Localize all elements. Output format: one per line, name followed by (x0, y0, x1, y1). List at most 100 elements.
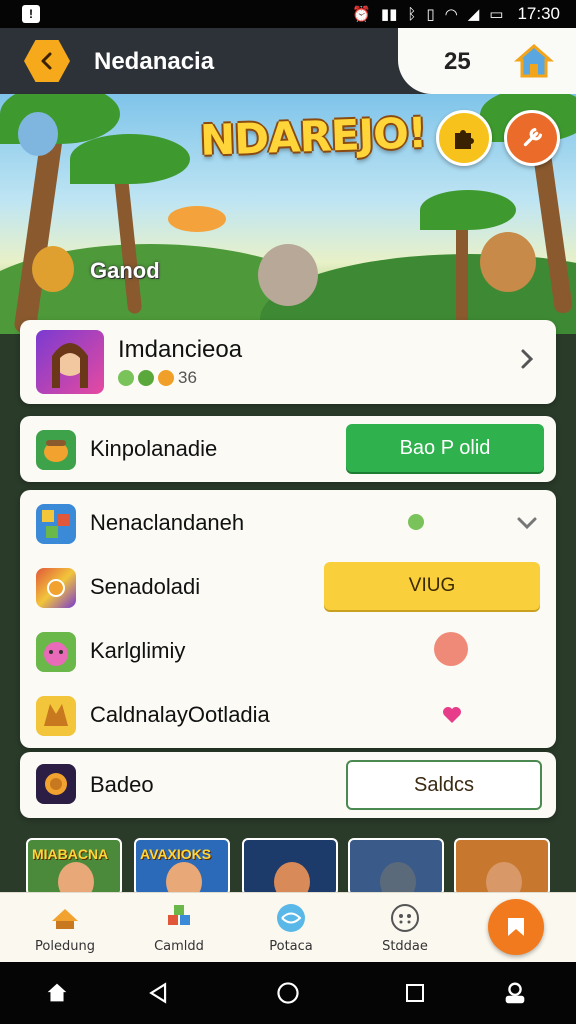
heart-icon[interactable] (442, 706, 462, 724)
game-thumbnail[interactable] (454, 838, 550, 896)
game-thumbnail[interactable] (242, 838, 338, 896)
tab-label: Potaca (269, 939, 313, 954)
vibrate-icon: ▯ (426, 6, 435, 23)
tab-label: Stddae (382, 939, 428, 954)
nav-back-button[interactable] (142, 976, 176, 1010)
tab-label: Poledung (35, 939, 95, 954)
list-item[interactable]: Senadoladi VIUG (20, 554, 556, 618)
monkey-character (18, 112, 58, 156)
blocks-app-icon (36, 504, 76, 544)
featured-app-name: Imdancieoa (118, 336, 243, 363)
list-item-label: Nenaclandaneh (90, 510, 245, 535)
page-title: Nedanacia (94, 48, 215, 75)
rainbow-app-icon (36, 568, 76, 608)
featured-app-meta: 36 (118, 368, 197, 388)
app-name: Kinpolanadie (90, 436, 218, 461)
character-face (166, 862, 202, 894)
header-count: 25 (444, 48, 471, 75)
home-apps-icon (47, 983, 67, 1002)
leaf-icon (118, 370, 134, 386)
bluetooth-icon: ᛒ (407, 5, 417, 23)
puzzle-button[interactable] (436, 110, 492, 166)
globe-icon (277, 904, 305, 932)
list-item[interactable]: Nenaclandaneh (20, 490, 556, 554)
coin-app-icon (36, 764, 76, 804)
tab-stddae[interactable]: Stddae (350, 893, 460, 963)
bookmark-icon (508, 918, 524, 936)
back-triangle-icon (149, 982, 167, 1004)
list-item-label: CaldnalayOotladia (90, 702, 270, 727)
acorn-icon (36, 430, 76, 470)
app-list: Nenaclandaneh Senadoladi VIUG Karlglimiy… (20, 490, 556, 748)
nav-home-button[interactable] (271, 976, 305, 1010)
rabbit-character (258, 244, 318, 306)
heart-icon[interactable] (434, 632, 468, 666)
tab-potaca[interactable]: Potaca (236, 893, 346, 963)
back-button[interactable] (24, 40, 70, 82)
character-face (486, 862, 522, 894)
play-button[interactable]: Bao P olid (346, 424, 544, 472)
chevron-left-icon (41, 52, 52, 70)
cell-signal-icon: ◢ (467, 6, 480, 23)
battery-icon: ▭ (489, 6, 504, 23)
chevron-down-icon[interactable] (516, 512, 538, 534)
nav-recents-button[interactable] (398, 976, 432, 1010)
list-item-label: Karlglimiy (90, 638, 186, 663)
cat-character (480, 232, 536, 292)
app-row[interactable]: Badeo Saldcs (20, 752, 556, 818)
palm-leaf (70, 134, 190, 184)
app-header: Nedanacia 25 (0, 28, 576, 94)
list-item[interactable]: CaldnalayOotladia (20, 682, 556, 746)
flying-disc (168, 206, 226, 232)
hero-banner: NDAREJO! (0, 94, 576, 334)
lion-app-icon (36, 696, 76, 736)
details-button[interactable]: Saldcs (346, 760, 542, 810)
alarm-icon: ⏰ (352, 6, 371, 23)
signal-icon: ▮▮ (380, 6, 398, 23)
featured-meta-value: 36 (178, 368, 197, 387)
pig-app-icon (36, 632, 76, 672)
system-nav-bar (0, 962, 576, 1024)
status-bar: ! ⏰ ▮▮ ᛒ ▯ ◠ ◢ ▭ 17:30 (0, 0, 576, 28)
nav-home-apps-button[interactable] (40, 976, 74, 1010)
game-thumbnails: MIABACNA AVAXIOKS (0, 834, 576, 896)
totem-character (32, 246, 74, 292)
recents-square-icon (406, 984, 424, 1002)
wifi-icon: ◠ (444, 6, 458, 23)
game-thumbnail[interactable]: AVAXIOKS (134, 838, 230, 896)
tab-label: Camldd (154, 939, 204, 954)
game-thumbnail[interactable] (348, 838, 444, 896)
list-item-label: Senadoladi (90, 574, 201, 599)
blocks-icon (168, 905, 190, 925)
game-thumbnail[interactable]: MIABACNA (26, 838, 122, 896)
notification-icon: ! (22, 5, 40, 23)
home-circle-icon (277, 982, 299, 1004)
featured-app-card[interactable]: Imdancieoa 36 (20, 320, 556, 404)
app-name: Badeo (90, 772, 154, 797)
wrench-icon (523, 127, 543, 147)
status-time: 17:30 (517, 4, 560, 23)
sprout-icon (138, 370, 154, 386)
creature-face (380, 862, 416, 894)
palm-leaf (420, 190, 516, 230)
leaf-icon (408, 514, 424, 530)
character-face (274, 862, 310, 894)
app-row[interactable]: Kinpolanadie Bao P olid (20, 416, 556, 482)
list-item[interactable]: Karlglimiy (20, 618, 556, 682)
coin-icon (158, 370, 174, 386)
puzzle-icon (455, 130, 474, 149)
chevron-right-icon[interactable] (516, 348, 538, 370)
bottom-tab-bar: Poledung Camldd Potaca Stddae (0, 892, 576, 962)
bookmark-fab-button[interactable] (488, 899, 544, 955)
robot-icon (505, 982, 525, 1004)
nav-assistant-button[interactable] (498, 976, 532, 1010)
banner-subtitle: Ganod (90, 258, 160, 283)
house-icon[interactable] (514, 42, 554, 80)
thumbnail-title: MIABACNA (32, 846, 109, 862)
tab-camldd[interactable]: Camldd (124, 893, 234, 963)
tools-button[interactable] (504, 110, 560, 166)
view-button[interactable]: VIUG (324, 562, 540, 610)
banner-title: NDAREJO! (199, 108, 427, 165)
tab-poledung[interactable]: Poledung (10, 893, 120, 963)
thumbnail-title: AVAXIOKS (140, 846, 212, 862)
